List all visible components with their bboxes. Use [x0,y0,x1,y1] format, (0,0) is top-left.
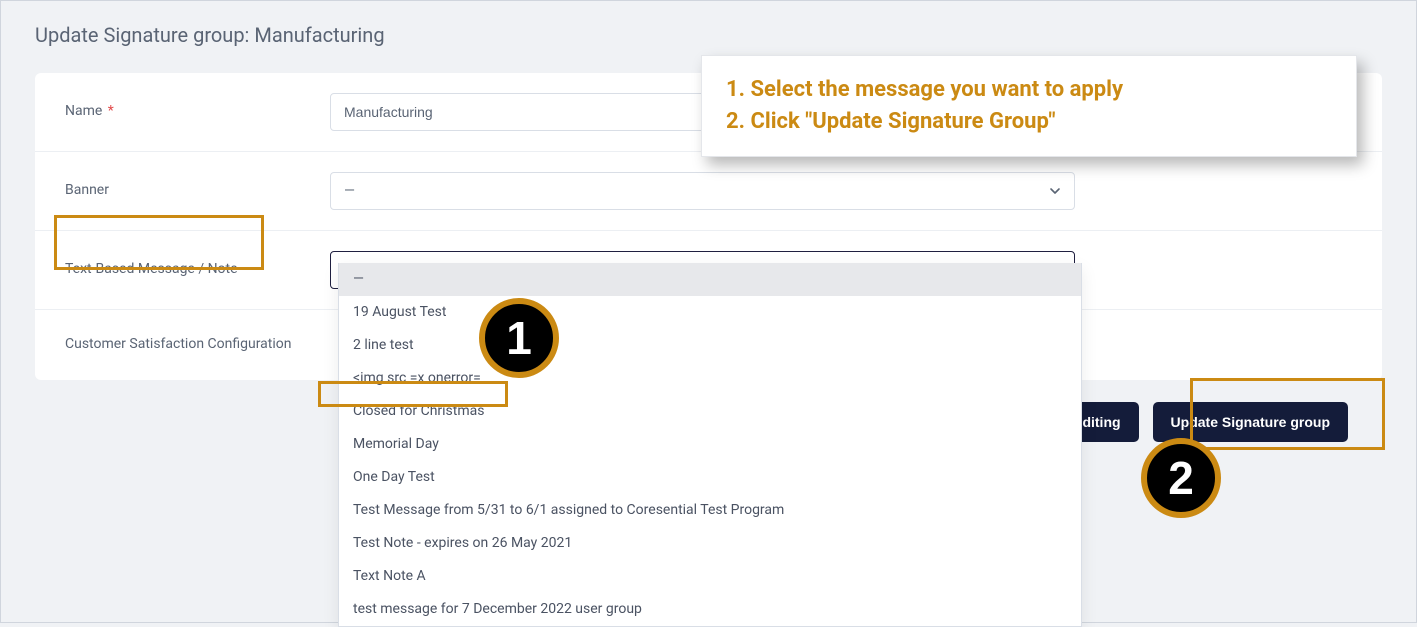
step-badge-2: 2 [1141,438,1221,518]
instruction-box: 1. Select the message you want to apply … [701,55,1357,157]
text-message-label: Text-Based Message / Note [65,260,330,280]
required-star: * [108,103,114,119]
text-message-dropdown: — 19 August Test 2 line test <img src =x… [338,263,1082,627]
banner-control: — [330,172,1352,210]
page-title: Update Signature group: Manufacturing [35,23,1382,47]
instruction-line-2: 2. Click "Update Signature Group" [726,106,1332,138]
dropdown-option[interactable]: 19 August Test [339,296,1081,329]
dropdown-option[interactable]: — [339,263,1081,296]
name-label-text: Name [65,103,102,119]
page-frame: Update Signature group: Manufacturing Na… [0,0,1417,623]
chevron-down-icon [1049,185,1061,197]
row-banner: Banner — [35,152,1382,231]
banner-select-value: — [344,183,355,199]
dropdown-option[interactable]: Text Note A [339,560,1081,593]
dropdown-option[interactable]: Closed for Christmas [339,395,1081,428]
dropdown-option[interactable]: Test Message from 5/31 to 6/1 assigned t… [339,494,1081,527]
dropdown-option[interactable]: 2 line test [339,329,1081,362]
dropdown-option[interactable]: One Day Test [339,461,1081,494]
dropdown-option[interactable]: <img src =x onerror= [339,362,1081,395]
step-badge-1: 1 [479,298,559,378]
dropdown-option[interactable]: Memorial Day [339,428,1081,461]
banner-label: Banner [65,181,330,201]
banner-select[interactable]: — [330,172,1075,210]
instruction-line-1: 1. Select the message you want to apply [726,74,1332,106]
name-label: Name * [65,102,330,122]
dropdown-option[interactable]: test message for 7 December 2022 user gr… [339,593,1081,626]
csat-label: Customer Satisfaction Configuration [65,335,330,355]
update-signature-group-button[interactable]: Update Signature group [1153,402,1348,442]
dropdown-option[interactable]: Test Note - expires on 26 May 2021 [339,527,1081,560]
